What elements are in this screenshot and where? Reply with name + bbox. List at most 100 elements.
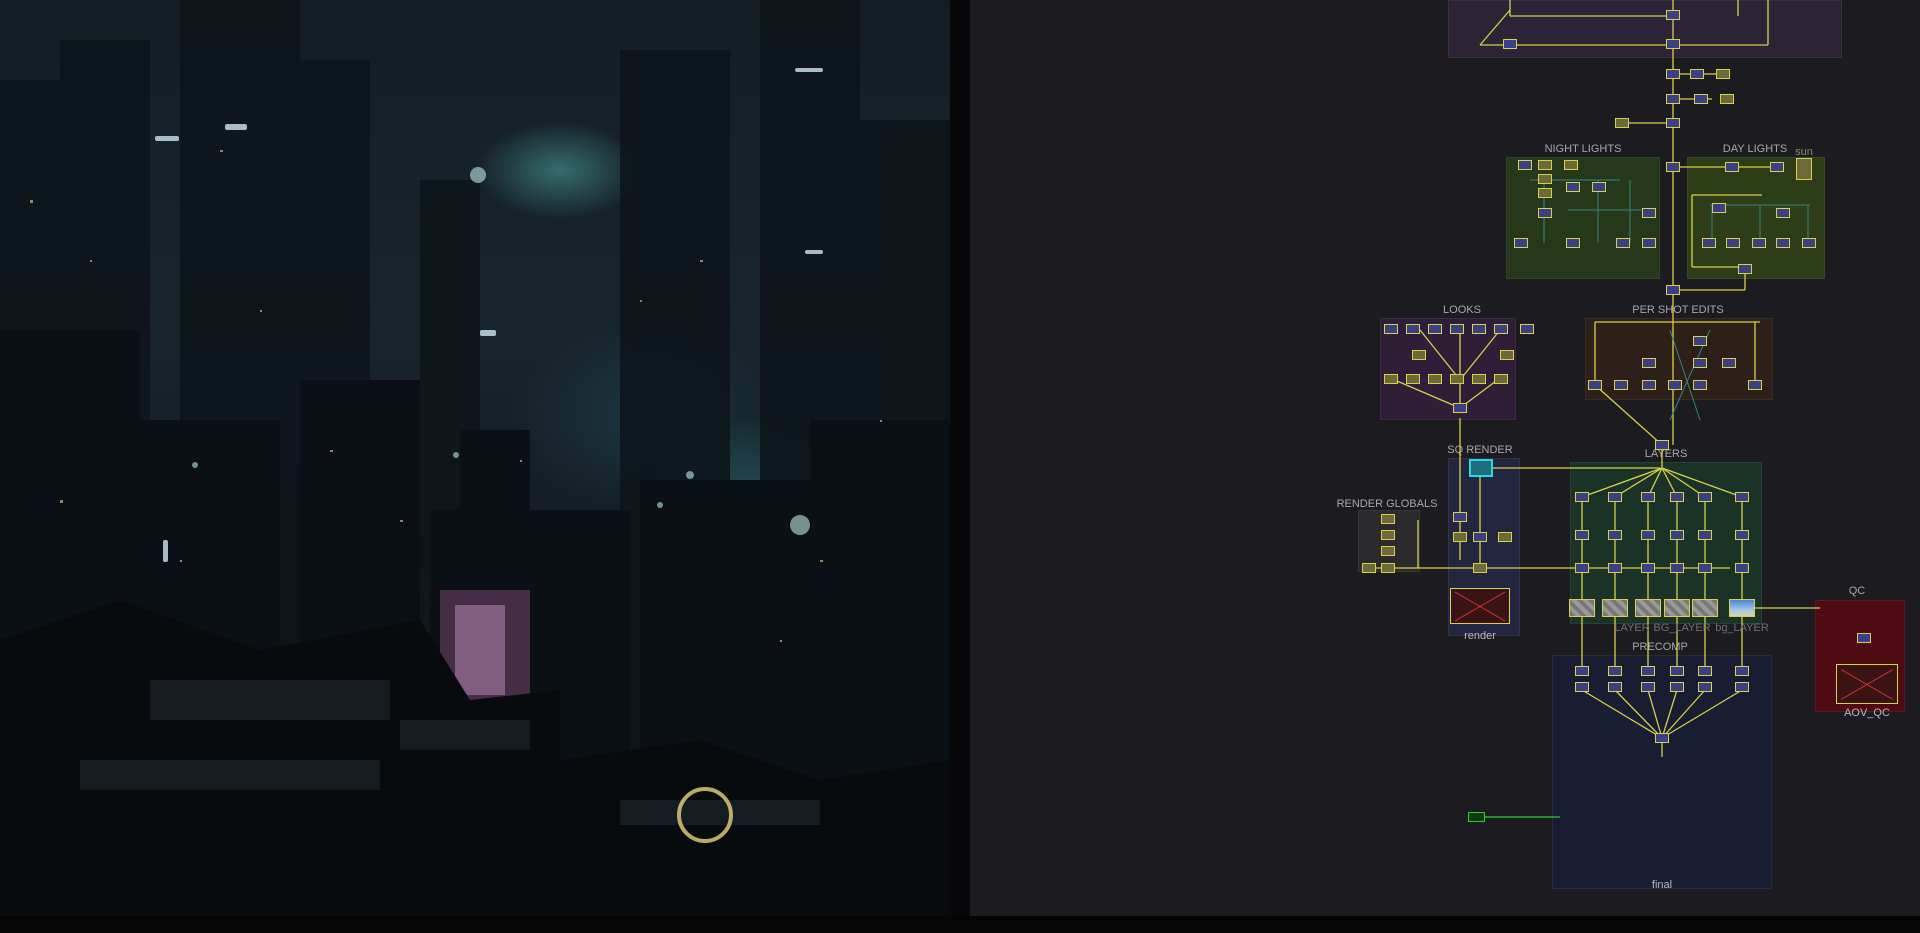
layer-thumbnail[interactable] [1664,599,1690,617]
graph-node[interactable] [1575,530,1589,540]
graph-node[interactable] [1670,666,1684,676]
graph-node[interactable] [1538,208,1552,218]
graph-node[interactable] [1802,238,1816,248]
graph-node[interactable] [1670,530,1684,540]
graph-node[interactable] [1472,374,1486,384]
graph-node[interactable] [1776,208,1790,218]
graph-node[interactable] [1384,374,1398,384]
graph-node[interactable] [1608,682,1622,692]
graph-node[interactable] [1735,682,1749,692]
graph-node[interactable] [1588,380,1602,390]
graph-node[interactable] [1453,532,1467,542]
graph-node[interactable] [1698,563,1712,573]
graph-node[interactable] [1608,492,1622,502]
graph-node[interactable] [1608,666,1622,676]
graph-node[interactable] [1473,563,1487,573]
graph-node[interactable] [1614,380,1628,390]
graph-node[interactable] [1473,532,1487,542]
graph-node[interactable] [1381,530,1395,540]
graph-node[interactable] [1735,530,1749,540]
graph-node[interactable] [1641,666,1655,676]
render-thumbnail[interactable] [1450,588,1510,624]
graph-node[interactable] [1500,350,1514,360]
graph-node[interactable] [1453,403,1467,413]
pane-splitter[interactable] [950,0,970,916]
graph-node[interactable] [1726,238,1740,248]
graph-node[interactable] [1666,10,1680,20]
graph-node[interactable] [1384,324,1398,334]
input-node[interactable] [1468,812,1485,822]
graph-node[interactable] [1748,380,1762,390]
graph-node[interactable] [1735,666,1749,676]
graph-node[interactable] [1670,563,1684,573]
graph-node[interactable] [1412,350,1426,360]
graph-node[interactable] [1406,324,1420,334]
graph-node[interactable] [1450,374,1464,384]
graph-node[interactable] [1575,666,1589,676]
graph-node[interactable] [1575,563,1589,573]
graph-node[interactable] [1608,530,1622,540]
graph-node[interactable] [1592,182,1606,192]
graph-node[interactable] [1712,203,1726,213]
graph-node[interactable] [1641,492,1655,502]
selected-render-node[interactable] [1469,459,1493,477]
graph-node[interactable] [1428,374,1442,384]
graph-node[interactable] [1698,682,1712,692]
graph-node[interactable] [1642,380,1656,390]
graph-node[interactable] [1666,118,1680,128]
graph-node[interactable] [1641,530,1655,540]
graph-node[interactable] [1693,358,1707,368]
layer-thumbnail[interactable] [1729,599,1755,617]
graph-node[interactable] [1655,733,1669,743]
node-graph[interactable]: NIGHT LIGHTS DAY LIGHTS LOOKS PER SHOT E… [970,0,1920,916]
graph-node[interactable] [1666,285,1680,295]
layer-thumbnail[interactable] [1569,599,1595,617]
graph-node[interactable] [1538,188,1552,198]
graph-node[interactable] [1575,492,1589,502]
graph-node[interactable] [1702,238,1716,248]
graph-node[interactable] [1642,208,1656,218]
graph-node[interactable] [1670,682,1684,692]
layer-thumbnail[interactable] [1602,599,1628,617]
graph-node[interactable] [1514,238,1528,248]
graph-node[interactable] [1608,563,1622,573]
graph-node[interactable] [1666,69,1680,79]
graph-node[interactable] [1472,324,1486,334]
graph-node[interactable] [1453,512,1467,522]
graph-node[interactable] [1642,238,1656,248]
graph-node[interactable] [1738,264,1752,274]
layer-thumbnail[interactable] [1635,599,1661,617]
graph-node[interactable] [1655,440,1669,450]
graph-node[interactable] [1694,94,1708,104]
graph-node[interactable] [1381,514,1395,524]
graph-node[interactable] [1503,39,1517,49]
graph-node[interactable] [1615,118,1629,128]
graph-node[interactable] [1538,174,1552,184]
graph-node[interactable] [1381,546,1395,556]
graph-node[interactable] [1566,238,1580,248]
graph-node[interactable] [1698,492,1712,502]
graph-node[interactable] [1666,162,1680,172]
image-viewer[interactable] [0,0,950,916]
graph-node[interactable] [1520,324,1534,334]
graph-node[interactable] [1722,358,1736,368]
graph-node[interactable] [1698,530,1712,540]
graph-node[interactable] [1406,374,1420,384]
graph-node[interactable] [1641,563,1655,573]
graph-node[interactable] [1720,94,1734,104]
graph-node[interactable] [1735,492,1749,502]
sun-node[interactable] [1796,158,1812,180]
aov-qc-thumbnail[interactable] [1836,664,1898,704]
graph-node[interactable] [1616,238,1630,248]
graph-node[interactable] [1494,324,1508,334]
layer-thumbnail[interactable] [1692,599,1718,617]
graph-node[interactable] [1752,238,1766,248]
graph-node[interactable] [1642,358,1656,368]
graph-node[interactable] [1564,160,1578,170]
graph-node[interactable] [1538,160,1552,170]
graph-node[interactable] [1666,94,1680,104]
graph-node[interactable] [1666,39,1680,49]
graph-node[interactable] [1716,69,1730,79]
graph-node[interactable] [1381,563,1395,573]
graph-node[interactable] [1566,182,1580,192]
